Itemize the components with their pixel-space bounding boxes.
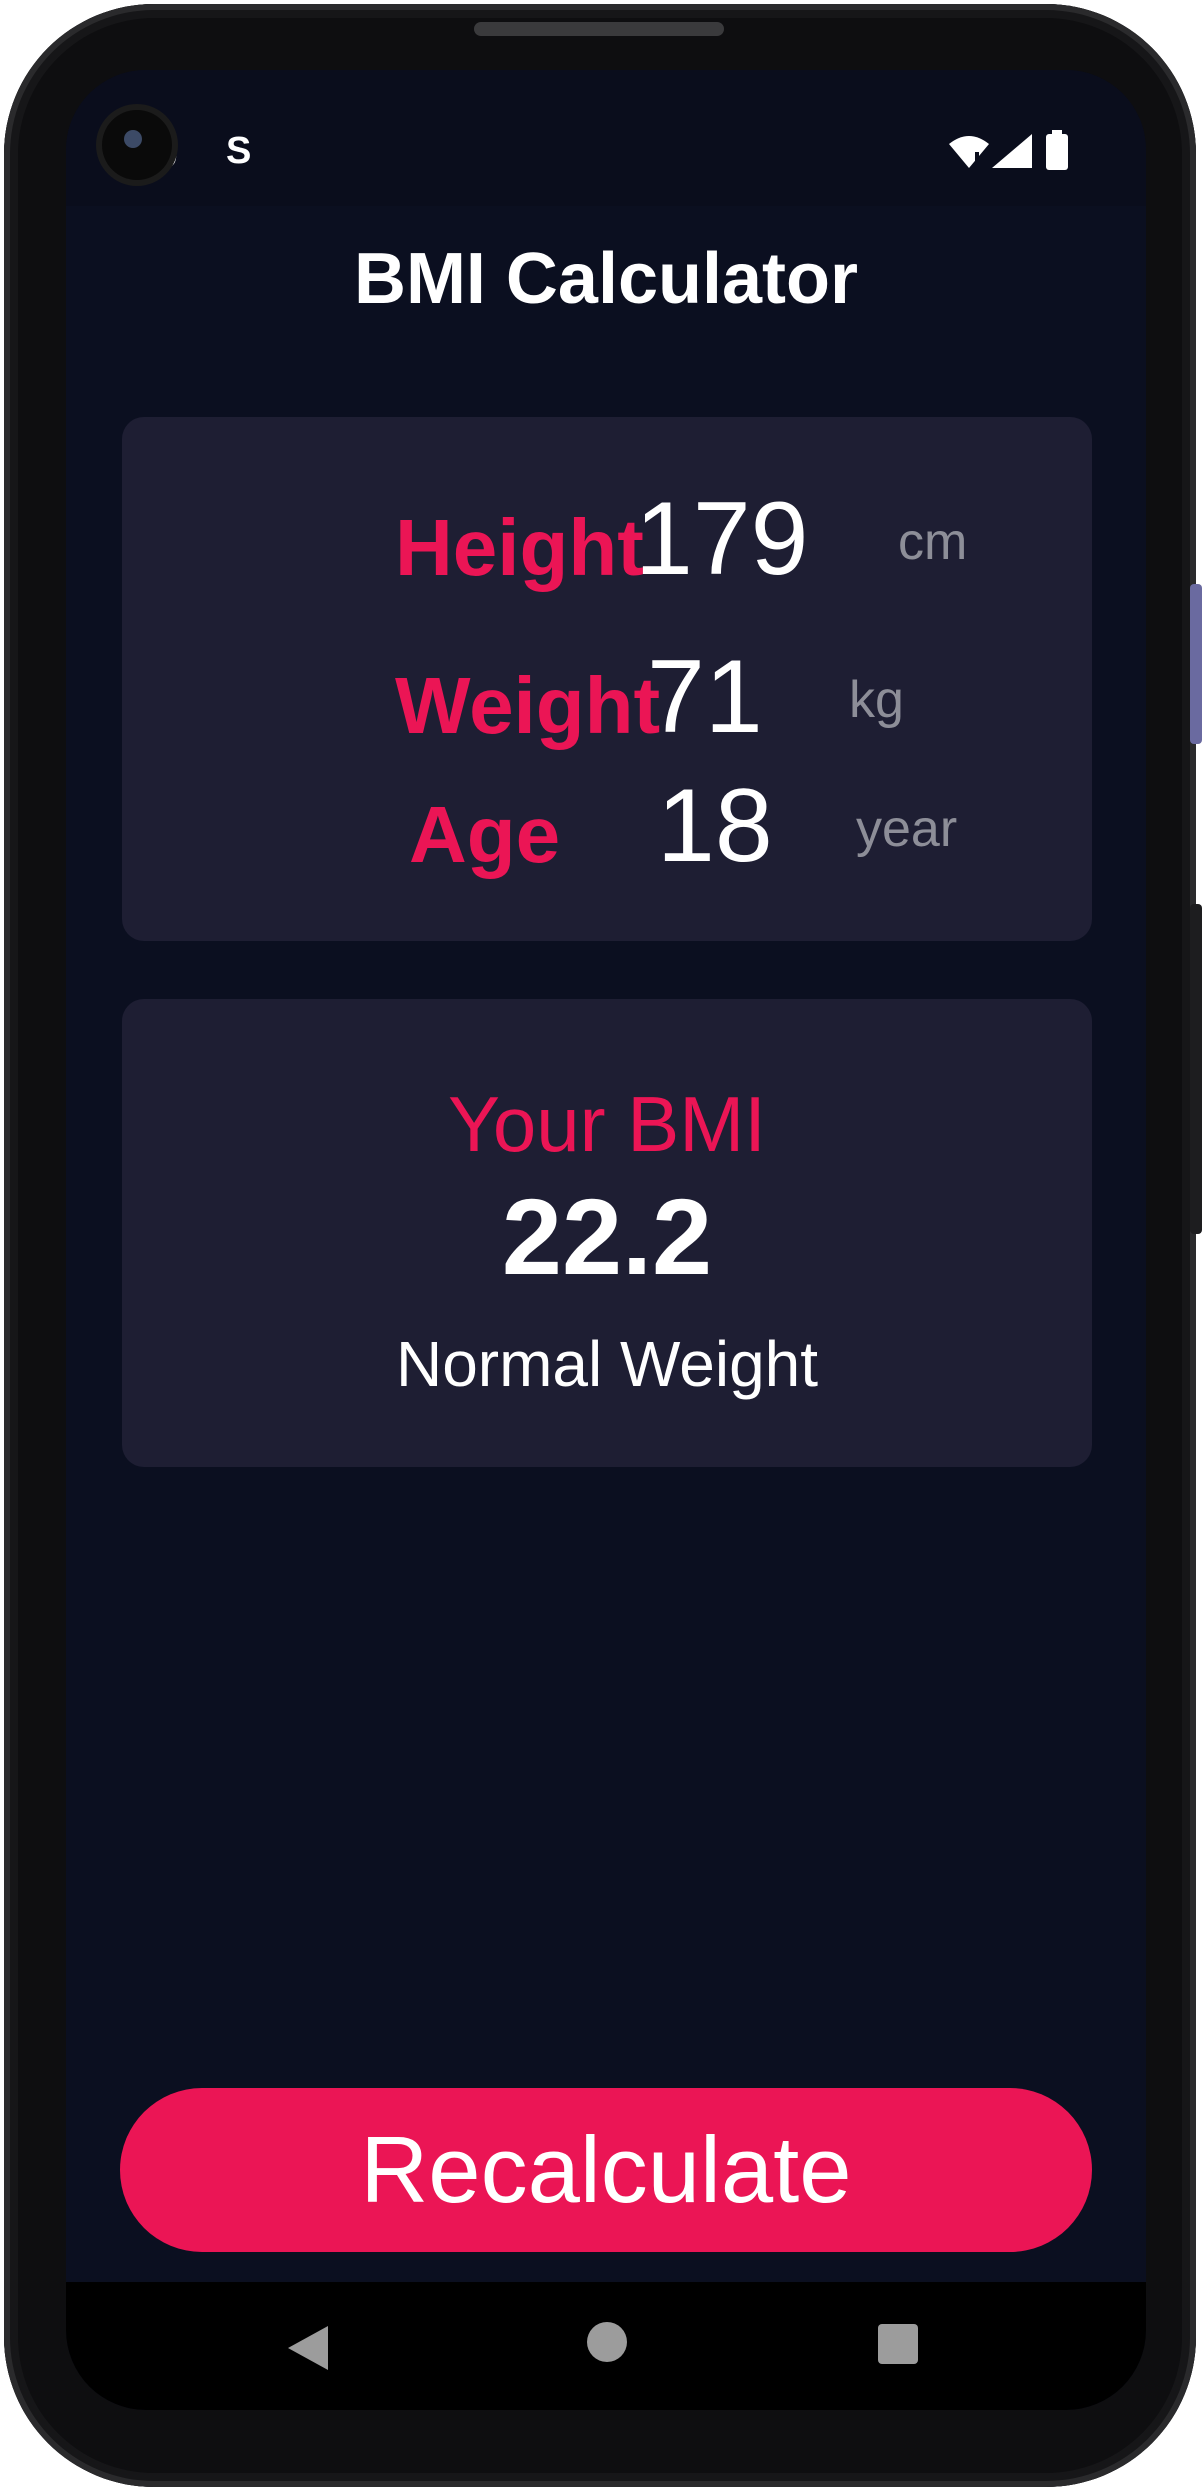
age-label: Age — [409, 790, 561, 879]
result-card: Your BMI 22.2 Normal Weight — [122, 999, 1092, 1467]
page-title: BMI Calculator — [353, 239, 859, 319]
height-label: Height — [395, 503, 644, 592]
input-card: Height 179 cm Weight 71 kg Age 18 year — [122, 417, 1092, 941]
recents-icon[interactable] — [878, 2324, 918, 2364]
camera-icon — [102, 110, 172, 180]
height-unit: cm — [898, 513, 968, 571]
home-icon[interactable] — [587, 2322, 627, 2362]
result-label: Your BMI — [448, 1080, 766, 1168]
age-value[interactable]: 18 — [657, 767, 773, 886]
weight-label: Weight — [395, 661, 661, 750]
bmi-value: 22.2 — [501, 1176, 713, 1297]
age-unit: year — [856, 800, 958, 858]
power-button — [1190, 904, 1202, 1234]
volume-button — [1190, 584, 1202, 744]
signal-icon — [992, 134, 1032, 168]
speaker-grille — [474, 22, 724, 36]
bmi-category: Normal Weight — [395, 1328, 819, 1400]
weight-unit: kg — [849, 671, 904, 729]
navigation-bar — [66, 2282, 1146, 2410]
status-bar: 9 S — [66, 70, 1146, 206]
screen: 9 S BMI Calculator Height 179 cm Weight … — [66, 70, 1146, 2410]
notification-icon: S — [226, 130, 252, 172]
back-icon[interactable] — [288, 2326, 328, 2370]
height-value[interactable]: 179 — [635, 480, 809, 599]
phone-frame: 9 S BMI Calculator Height 179 cm Weight … — [4, 4, 1202, 2487]
recalculate-button[interactable]: Recalculate — [120, 2088, 1092, 2252]
battery-icon — [1046, 130, 1068, 170]
weight-value[interactable]: 71 — [647, 638, 763, 757]
wifi-icon — [949, 136, 989, 168]
